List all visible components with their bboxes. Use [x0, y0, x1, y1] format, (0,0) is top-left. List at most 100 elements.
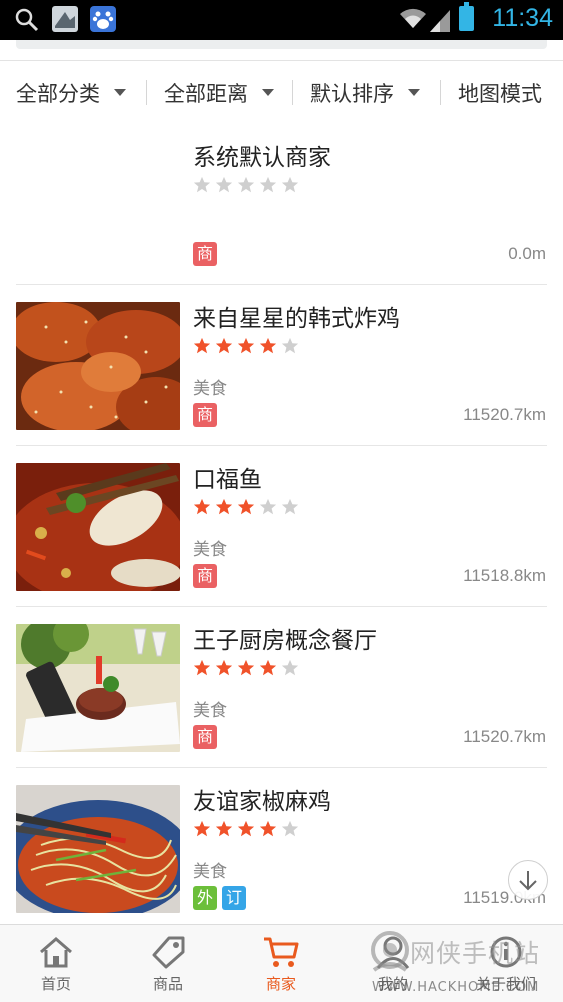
merchant-thumbnail-fish [16, 463, 180, 591]
star-filled-icon [193, 659, 211, 676]
signal-icon [428, 8, 452, 36]
nav-merchants[interactable]: 商家 [225, 925, 337, 1002]
merchant-thumbnail-steak [16, 624, 180, 752]
filter-sort-label: 默认排序 [310, 81, 394, 106]
nav-home-label: 首页 [40, 975, 71, 993]
merchant-distance: 11518.8km [463, 566, 546, 585]
star-rating [193, 820, 299, 838]
wifi-icon [398, 6, 428, 34]
star-filled-icon [193, 820, 211, 837]
arrow-down-icon [519, 871, 537, 891]
watermark-url: WWW.HACKHOME.COM [372, 980, 540, 995]
filter-category-label: 全部分类 [16, 81, 100, 106]
merchant-tags: 商 [193, 564, 217, 588]
star-empty-icon [259, 498, 277, 515]
merchant-name: 王子厨房概念餐厅 [193, 628, 377, 654]
merchant-thumbnail-noodles [16, 785, 180, 913]
merchant-item[interactable]: 来自星星的韩式炸鸡 美食 商 11520.7km [0, 285, 563, 446]
delivery-tag: 外 [193, 886, 217, 910]
star-filled-icon [215, 659, 233, 676]
home-icon [40, 937, 72, 968]
filter-map-mode-label: 地图模式 [458, 81, 542, 106]
filter-divider [440, 80, 441, 105]
status-bar: 11:34 [0, 0, 563, 40]
tag-icon [152, 936, 185, 969]
caret-down-icon [262, 89, 274, 96]
star-filled-icon [193, 337, 211, 354]
merchant-name: 友谊家椒麻鸡 [193, 789, 331, 815]
star-empty-icon [281, 337, 299, 354]
merchant-tags: 商 [193, 403, 217, 427]
status-time: 11:34 [492, 4, 553, 32]
merchant-tags: 商 [193, 242, 217, 266]
merchant-thumbnail-fried-chicken [16, 302, 180, 430]
nav-home[interactable]: 首页 [0, 925, 112, 1002]
battery-icon [459, 2, 474, 31]
star-empty-icon [281, 498, 299, 515]
watermark-text: 网侠手机站 [410, 939, 541, 968]
merchant-item[interactable]: 王子厨房概念餐厅 美食 商 11520.7km [0, 607, 563, 768]
filter-distance[interactable]: 全部距离 [164, 61, 274, 124]
nav-products[interactable]: 商品 [112, 925, 224, 1002]
booking-tag: 订 [222, 886, 246, 910]
star-empty-icon [281, 176, 299, 193]
search-icon [14, 7, 40, 37]
nav-products-label: 商品 [152, 975, 183, 993]
filter-map-mode[interactable]: 地图模式 [458, 61, 542, 124]
star-rating [193, 659, 299, 677]
star-empty-icon [215, 176, 233, 193]
filter-divider [146, 80, 147, 105]
merchant-tag: 商 [193, 564, 217, 588]
star-filled-icon [237, 337, 255, 354]
caret-down-icon [114, 89, 126, 96]
caret-down-icon [408, 89, 420, 96]
search-bar[interactable] [16, 40, 547, 49]
filter-bar: 全部分类 全部距离 默认排序 地图模式 [0, 61, 563, 124]
baidu-icon [90, 6, 116, 32]
star-empty-icon [281, 820, 299, 837]
filter-category[interactable]: 全部分类 [16, 61, 126, 124]
star-filled-icon [215, 498, 233, 515]
app-notification-icon [52, 6, 78, 32]
watermark-logo-icon [371, 931, 409, 972]
merchant-tag: 商 [193, 242, 217, 266]
star-filled-icon [237, 498, 255, 515]
merchant-item[interactable]: 系统默认商家 商 0.0m [0, 124, 563, 285]
star-empty-icon [259, 176, 277, 193]
star-empty-icon [193, 176, 211, 193]
merchant-distance: 11520.7km [463, 727, 546, 746]
merchant-tag: 商 [193, 403, 217, 427]
scroll-down-button[interactable] [508, 860, 548, 900]
merchant-category: 美食 [193, 862, 227, 882]
merchant-category: 美食 [193, 379, 227, 399]
star-empty-icon [237, 176, 255, 193]
merchant-item[interactable]: 友谊家椒麻鸡 美食 外订 11519.0km [0, 768, 563, 929]
merchant-distance: 11520.7km [463, 405, 546, 424]
filter-sort[interactable]: 默认排序 [310, 61, 420, 124]
merchant-tags: 外订 [193, 886, 246, 910]
merchant-tags: 商 [193, 725, 217, 749]
star-rating [193, 176, 299, 194]
star-rating [193, 337, 299, 355]
filter-distance-label: 全部距离 [164, 81, 248, 106]
star-filled-icon [259, 337, 277, 354]
merchant-name: 口福鱼 [193, 467, 262, 493]
merchant-tag: 商 [193, 725, 217, 749]
merchant-distance: 0.0m [508, 244, 546, 263]
merchant-name: 系统默认商家 [193, 145, 331, 171]
merchant-category: 美食 [193, 540, 227, 560]
watermark: 网侠手机站 WWW.HACKHOME.COM [370, 928, 560, 1000]
star-empty-icon [281, 659, 299, 676]
merchant-item[interactable]: 口福鱼 美食 商 11518.8km [0, 446, 563, 607]
star-filled-icon [237, 659, 255, 676]
star-filled-icon [237, 820, 255, 837]
star-filled-icon [259, 659, 277, 676]
star-filled-icon [215, 337, 233, 354]
merchant-name: 来自星星的韩式炸鸡 [193, 306, 400, 332]
star-filled-icon [193, 498, 211, 515]
star-filled-icon [259, 820, 277, 837]
nav-merchants-label: 商家 [265, 975, 296, 993]
filter-divider [292, 80, 293, 105]
cart-icon [264, 937, 299, 967]
star-rating [193, 498, 299, 516]
